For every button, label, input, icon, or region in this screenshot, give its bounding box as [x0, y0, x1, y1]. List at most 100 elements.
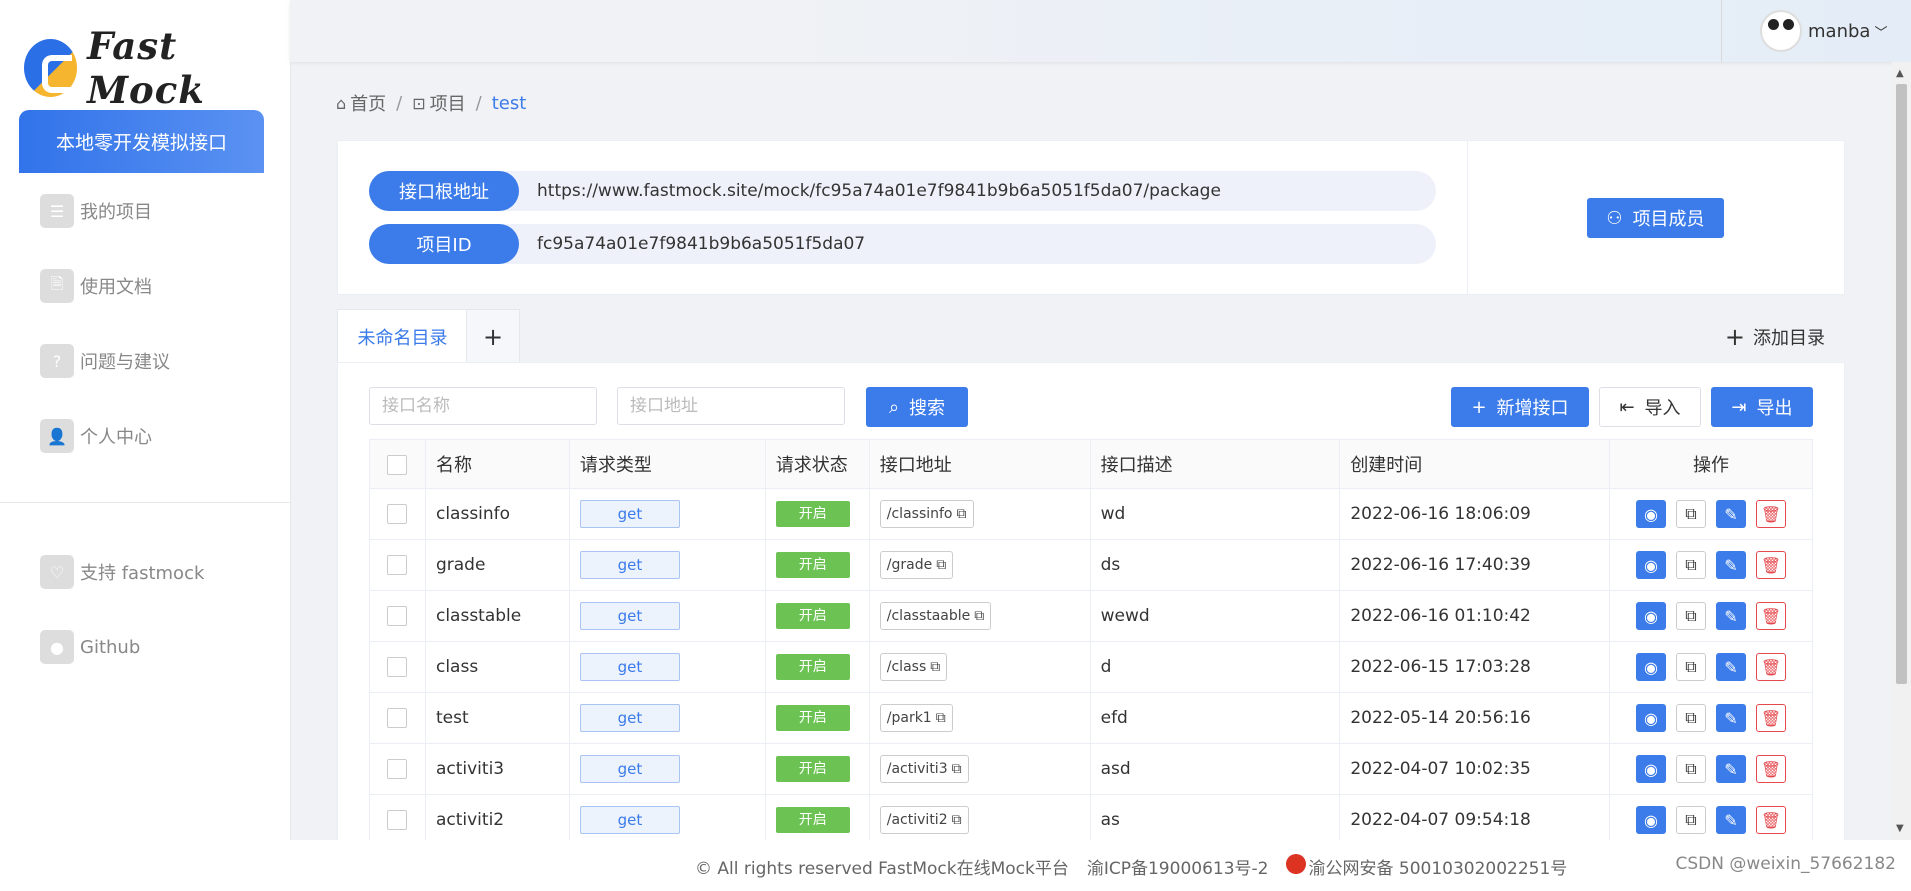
- sidebar-item-docs[interactable]: 🗎 使用文档: [40, 268, 152, 304]
- root-url-value[interactable]: https://www.fastmock.site/mock/fc95a74a0…: [537, 181, 1221, 201]
- url-text: /park1: [886, 710, 932, 726]
- url-tag[interactable]: /classtaable ⧉: [879, 602, 992, 630]
- edit-icon[interactable]: ✎: [1716, 602, 1746, 630]
- edit-icon[interactable]: ✎: [1716, 755, 1746, 783]
- sidebar-item-label: 使用文档: [80, 277, 152, 298]
- select-all-checkbox[interactable]: [387, 454, 408, 475]
- copy-icon[interactable]: ⧉: [936, 710, 946, 726]
- copy-icon[interactable]: ⧉: [1676, 602, 1706, 630]
- copy-icon[interactable]: ⧉: [952, 761, 962, 777]
- copy-icon[interactable]: ⧉: [1676, 806, 1706, 834]
- row-method-cell: get: [568, 641, 766, 693]
- edit-icon[interactable]: ✎: [1716, 704, 1746, 732]
- row-checkbox[interactable]: [387, 657, 408, 677]
- row-select-cell: [369, 641, 426, 693]
- promo-button[interactable]: 本地零开发模拟接口: [19, 110, 264, 173]
- export-button[interactable]: ⇥ 导出: [1711, 387, 1813, 427]
- select-all-cell: [369, 439, 426, 489]
- tab-unnamed-directory[interactable]: 未命名目录: [337, 309, 468, 364]
- project-members-button[interactable]: ⚇ 项目成员: [1587, 198, 1724, 238]
- top-header: [290, 0, 1911, 62]
- copy-icon[interactable]: ⧉: [974, 608, 984, 624]
- copy-icon[interactable]: ⧉: [957, 506, 967, 522]
- url-tag[interactable]: /park1 ⧉: [879, 704, 953, 732]
- page-scrollbar[interactable]: ▲ ▼: [1892, 62, 1911, 840]
- footer-icp[interactable]: 渝ICP备19000613号-2: [1087, 854, 1269, 879]
- row-checkbox[interactable]: [387, 759, 408, 779]
- scroll-up-icon[interactable]: ▲: [1896, 68, 1904, 79]
- row-status-cell: 开启: [764, 641, 870, 693]
- copy-icon[interactable]: ⧉: [930, 659, 940, 675]
- copy-icon[interactable]: ⧉: [952, 812, 962, 828]
- sidebar-item-profile[interactable]: 👤 个人中心: [40, 418, 152, 454]
- view-icon[interactable]: ◉: [1636, 755, 1666, 783]
- sidebar-item-feedback[interactable]: ? 问题与建议: [40, 343, 170, 379]
- search-button[interactable]: ⌕ 搜索: [866, 387, 968, 427]
- copy-icon[interactable]: ⧉: [1676, 704, 1706, 732]
- new-api-button[interactable]: + 新增接口: [1451, 387, 1589, 427]
- view-icon[interactable]: ◉: [1636, 653, 1666, 681]
- copy-icon[interactable]: ⧉: [1676, 551, 1706, 579]
- api-url-input[interactable]: [617, 387, 845, 425]
- breadcrumb-home[interactable]: 首页: [350, 90, 386, 116]
- row-checkbox[interactable]: [387, 504, 408, 524]
- footer-police[interactable]: 渝公网安备 50010302002251号: [1308, 854, 1567, 879]
- delete-icon[interactable]: 🗑: [1756, 704, 1786, 732]
- edit-icon[interactable]: ✎: [1716, 806, 1746, 834]
- delete-icon[interactable]: 🗑: [1756, 653, 1786, 681]
- row-checkbox[interactable]: [387, 555, 408, 575]
- row-select-cell: [369, 743, 426, 795]
- add-tab-button[interactable]: +: [466, 309, 520, 364]
- edit-icon[interactable]: ✎: [1716, 653, 1746, 681]
- project-id-row: 项目ID fc95a74a01e7f9841b9b6a5051f5da07: [369, 224, 1436, 264]
- sidebar-item-my-projects[interactable]: ☰ 我的项目: [40, 193, 152, 229]
- copy-icon[interactable]: ⧉: [1676, 653, 1706, 681]
- api-name-input[interactable]: [369, 387, 597, 425]
- url-tag[interactable]: /class ⧉: [879, 653, 948, 681]
- logo-mark-icon: [24, 39, 78, 97]
- delete-icon[interactable]: 🗑: [1756, 500, 1786, 528]
- footer-copyright: © All rights reserved FastMock在线Mock平台: [695, 859, 1069, 879]
- edit-icon[interactable]: ✎: [1716, 500, 1746, 528]
- table-row: grade get 开启 /grade ⧉ ds 2022-06-16 17:40…: [369, 539, 1813, 591]
- import-icon: ⇤: [1619, 396, 1635, 418]
- sidebar-item-github[interactable]: ● Github: [40, 629, 140, 665]
- view-icon[interactable]: ◉: [1636, 500, 1666, 528]
- view-icon[interactable]: ◉: [1636, 806, 1666, 834]
- row-status-cell: 开启: [764, 590, 870, 642]
- row-checkbox[interactable]: [387, 810, 408, 830]
- url-tag[interactable]: /grade ⧉: [879, 551, 954, 579]
- view-icon[interactable]: ◉: [1636, 704, 1666, 732]
- column-header-status: 请求状态: [764, 439, 870, 489]
- row-actions-cell: ◉ ⧉ ✎ 🗑: [1609, 794, 1813, 841]
- scroll-thumb[interactable]: [1896, 84, 1907, 684]
- copy-icon[interactable]: ⧉: [936, 557, 946, 573]
- copy-icon[interactable]: ⧉: [1676, 500, 1706, 528]
- delete-icon[interactable]: 🗑: [1756, 551, 1786, 579]
- import-label: 导入: [1644, 398, 1681, 419]
- user-menu[interactable]: manba ﹀: [1760, 10, 1887, 52]
- row-select-cell: [369, 488, 426, 540]
- row-checkbox[interactable]: [387, 708, 408, 728]
- delete-icon[interactable]: 🗑: [1756, 755, 1786, 783]
- view-icon[interactable]: ◉: [1636, 602, 1666, 630]
- avatar: [1760, 10, 1802, 52]
- row-created-time: 2022-06-16 17:40:39: [1339, 539, 1611, 591]
- scroll-down-icon[interactable]: ▼: [1896, 823, 1904, 834]
- add-directory-button[interactable]: + 添加目录: [1725, 323, 1825, 351]
- delete-icon[interactable]: 🗑: [1756, 602, 1786, 630]
- view-icon[interactable]: ◉: [1636, 551, 1666, 579]
- url-tag[interactable]: /activiti3 ⧉: [879, 755, 969, 783]
- url-tag[interactable]: /activiti2 ⧉: [879, 806, 969, 834]
- delete-icon[interactable]: 🗑: [1756, 806, 1786, 834]
- project-id-value[interactable]: fc95a74a01e7f9841b9b6a5051f5da07: [537, 234, 865, 254]
- import-button[interactable]: ⇤ 导入: [1599, 387, 1701, 427]
- fastmock-logo[interactable]: Fast Mock: [24, 24, 290, 112]
- row-checkbox[interactable]: [387, 606, 408, 626]
- url-tag[interactable]: /classinfo ⧉: [879, 500, 974, 528]
- copy-icon[interactable]: ⧉: [1676, 755, 1706, 783]
- breadcrumb-project[interactable]: 项目: [430, 90, 466, 116]
- row-method-cell: get: [568, 488, 766, 540]
- sidebar-item-support[interactable]: ♡ 支持 fastmock: [40, 554, 204, 590]
- edit-icon[interactable]: ✎: [1716, 551, 1746, 579]
